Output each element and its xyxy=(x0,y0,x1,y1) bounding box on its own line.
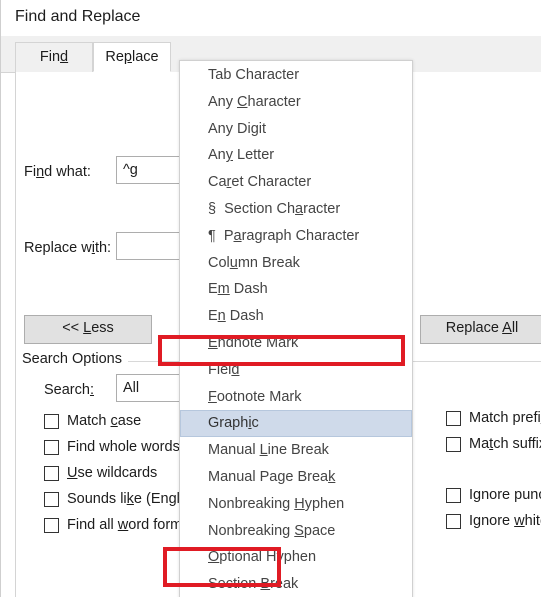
menu-item[interactable]: § Section Character xyxy=(180,196,412,223)
menu-item-label: Section Break xyxy=(208,576,299,593)
special-dropdown-menu[interactable]: Tab Character Any Character Any Digit Any L… xyxy=(179,60,413,597)
menu-item-label: Paragraph Character xyxy=(219,227,360,244)
checkbox-box xyxy=(44,491,59,507)
menu-item-label: Optional Hyphen xyxy=(208,549,317,566)
find-what-label: Find what: xyxy=(24,164,91,180)
menu-item[interactable]: Any Digit xyxy=(180,116,412,143)
tab-find[interactable]: Find xyxy=(15,42,93,72)
menu-item[interactable]: Nonbreaking Space xyxy=(180,518,412,545)
menu-item[interactable]: Manual Page Break xyxy=(180,464,412,491)
menu-item-selected[interactable]: Graphic xyxy=(180,410,412,438)
checkbox-label: Ignore punctu xyxy=(469,487,541,503)
checkbox-label: Ignore white-s xyxy=(469,513,541,529)
menu-item[interactable]: Em Dash xyxy=(180,276,412,303)
menu-item-label: Tab Character xyxy=(208,67,300,83)
menu-item-label: Column Break xyxy=(208,254,300,271)
replace-with-label: Replace with: xyxy=(24,240,112,256)
search-options-label: Search Options xyxy=(22,351,128,367)
checkbox-box xyxy=(446,487,461,503)
menu-item[interactable]: Any Letter xyxy=(180,142,412,169)
menu-item-label: Section Character xyxy=(220,200,341,217)
menu-item[interactable]: Any Character xyxy=(180,89,412,116)
checkbox-label: Match case xyxy=(67,413,142,429)
less-button[interactable]: << Less xyxy=(24,315,152,344)
menu-item-label: Caret Character xyxy=(208,174,312,191)
checkbox-label: Match suffix xyxy=(469,436,541,452)
menu-item[interactable]: Tab Character xyxy=(180,62,412,89)
checkbox-box xyxy=(446,410,461,426)
menu-item-label: Nonbreaking Hyphen xyxy=(208,495,345,512)
replace-all-button[interactable]: Replace All xyxy=(420,315,541,344)
menu-item-label: Field xyxy=(208,361,240,378)
menu-item-label: Footnote Mark xyxy=(208,388,302,405)
menu-item[interactable]: ¶ Paragraph Character xyxy=(180,223,412,250)
menu-item[interactable]: Optional Hyphen xyxy=(180,544,412,571)
tab-find-label: Find xyxy=(39,49,69,65)
menu-item-label: Endnote Mark xyxy=(208,334,299,351)
menu-item-label: Em Dash xyxy=(208,281,268,298)
checkbox-match-prefix[interactable]: Match prefix xyxy=(446,407,541,429)
checkbox-label: Match prefix xyxy=(469,410,541,426)
checkbox-label: Find all word form xyxy=(67,517,183,533)
checkbox-box xyxy=(446,436,461,452)
find-and-replace-dialog: Find and Replace Find Replace Find what:… xyxy=(0,0,541,597)
checkbox-label: Find whole words xyxy=(67,439,180,455)
menu-item[interactable]: Field xyxy=(180,357,412,384)
checkbox-match-case[interactable]: Match case xyxy=(44,410,141,432)
tab-replace-label: Replace xyxy=(105,49,159,65)
checkbox-find-whole-words[interactable]: Find whole words xyxy=(44,436,180,458)
tab-replace[interactable]: Replace xyxy=(93,42,171,72)
menu-item-label: En Dash xyxy=(208,308,264,325)
checkbox-box xyxy=(44,517,59,533)
menu-item-label: Manual Line Break xyxy=(208,442,329,459)
menu-item[interactable]: En Dash xyxy=(180,303,412,330)
search-scope-label: Search: xyxy=(44,382,94,398)
checkbox-box xyxy=(44,413,59,429)
checkbox-ignore-punctuation[interactable]: Ignore punctu xyxy=(446,484,541,506)
menu-item-symbol: ¶ xyxy=(208,227,216,244)
checkbox-box xyxy=(446,513,461,529)
checkbox-find-all-word-forms[interactable]: Find all word form xyxy=(44,514,182,536)
menu-item[interactable]: Manual Line Break xyxy=(180,437,412,464)
checkbox-label: Use wildcards xyxy=(67,465,158,481)
checkbox-match-suffix[interactable]: Match suffix xyxy=(446,433,541,455)
screenshot-root: Find and Replace Find Replace Find what:… xyxy=(0,0,541,597)
menu-item[interactable]: Section Break xyxy=(180,571,412,597)
menu-item-label: Graphic xyxy=(208,415,259,432)
checkbox-box xyxy=(44,439,59,455)
page-title: Find and Replace xyxy=(15,8,141,25)
menu-item[interactable]: Column Break xyxy=(180,250,412,277)
menu-item[interactable]: Caret Character xyxy=(180,169,412,196)
checkbox-label: Sounds like (Englis xyxy=(67,491,191,507)
menu-item[interactable]: Endnote Mark xyxy=(180,330,412,357)
menu-item[interactable]: Nonbreaking Hyphen xyxy=(180,491,412,518)
checkbox-use-wildcards[interactable]: Use wildcards xyxy=(44,462,157,484)
dialog-body: Find what: Replace with: << Less Replace… xyxy=(15,60,541,597)
menu-item-label: Any Letter xyxy=(208,147,275,164)
menu-item-label: Manual Page Break xyxy=(208,468,336,485)
dialog-title-bar: Find and Replace xyxy=(1,0,541,36)
checkbox-box xyxy=(44,465,59,481)
checkbox-sounds-like[interactable]: Sounds like (Englis xyxy=(44,488,190,510)
menu-item-label: Any Character xyxy=(208,93,301,110)
checkbox-ignore-white-space[interactable]: Ignore white-s xyxy=(446,510,541,532)
menu-item-label: Nonbreaking Space xyxy=(208,522,336,539)
menu-item-label: Any Digit xyxy=(208,120,267,137)
menu-item-symbol: § xyxy=(208,200,217,217)
menu-item[interactable]: Footnote Mark xyxy=(180,384,412,411)
